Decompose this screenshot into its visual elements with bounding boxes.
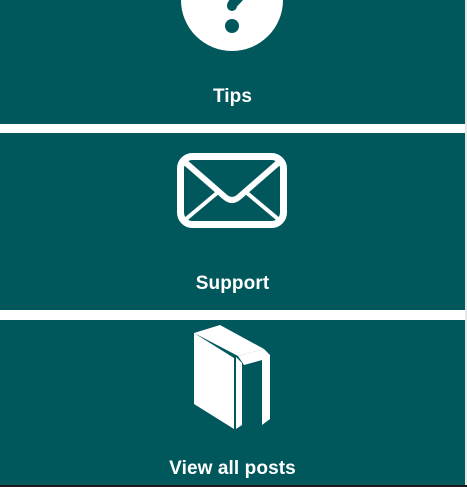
question-circle-icon — [181, 0, 283, 51]
envelope-icon — [177, 153, 287, 228]
view-all-posts-tile[interactable]: View all posts — [0, 320, 465, 485]
book-icon — [194, 325, 270, 429]
view-all-posts-label: View all posts — [169, 458, 296, 479]
tips-label: Tips — [212, 86, 253, 107]
support-tile[interactable]: Support — [0, 133, 465, 310]
support-label: Support — [195, 273, 270, 294]
tips-tile[interactable]: Tips — [0, 0, 465, 124]
